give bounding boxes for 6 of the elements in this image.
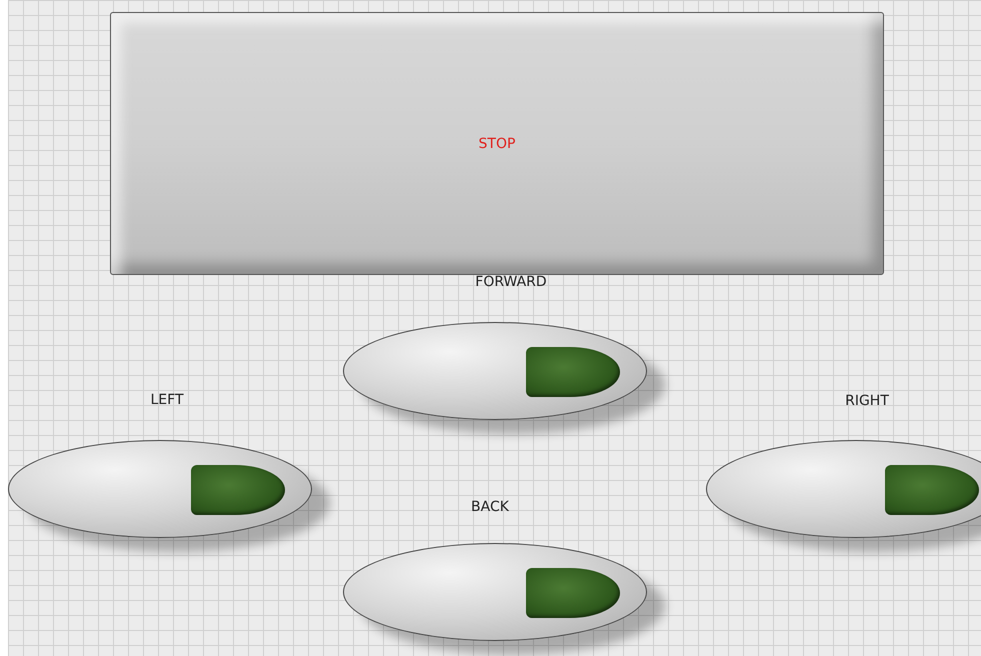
toggle-button[interactable] <box>8 440 312 538</box>
button-label: LEFT <box>150 392 184 408</box>
stop-button[interactable]: STOP <box>110 12 884 275</box>
button-label: RIGHT <box>845 393 889 409</box>
button-label: BACK <box>471 499 509 515</box>
button-label: FORWARD <box>475 274 547 290</box>
